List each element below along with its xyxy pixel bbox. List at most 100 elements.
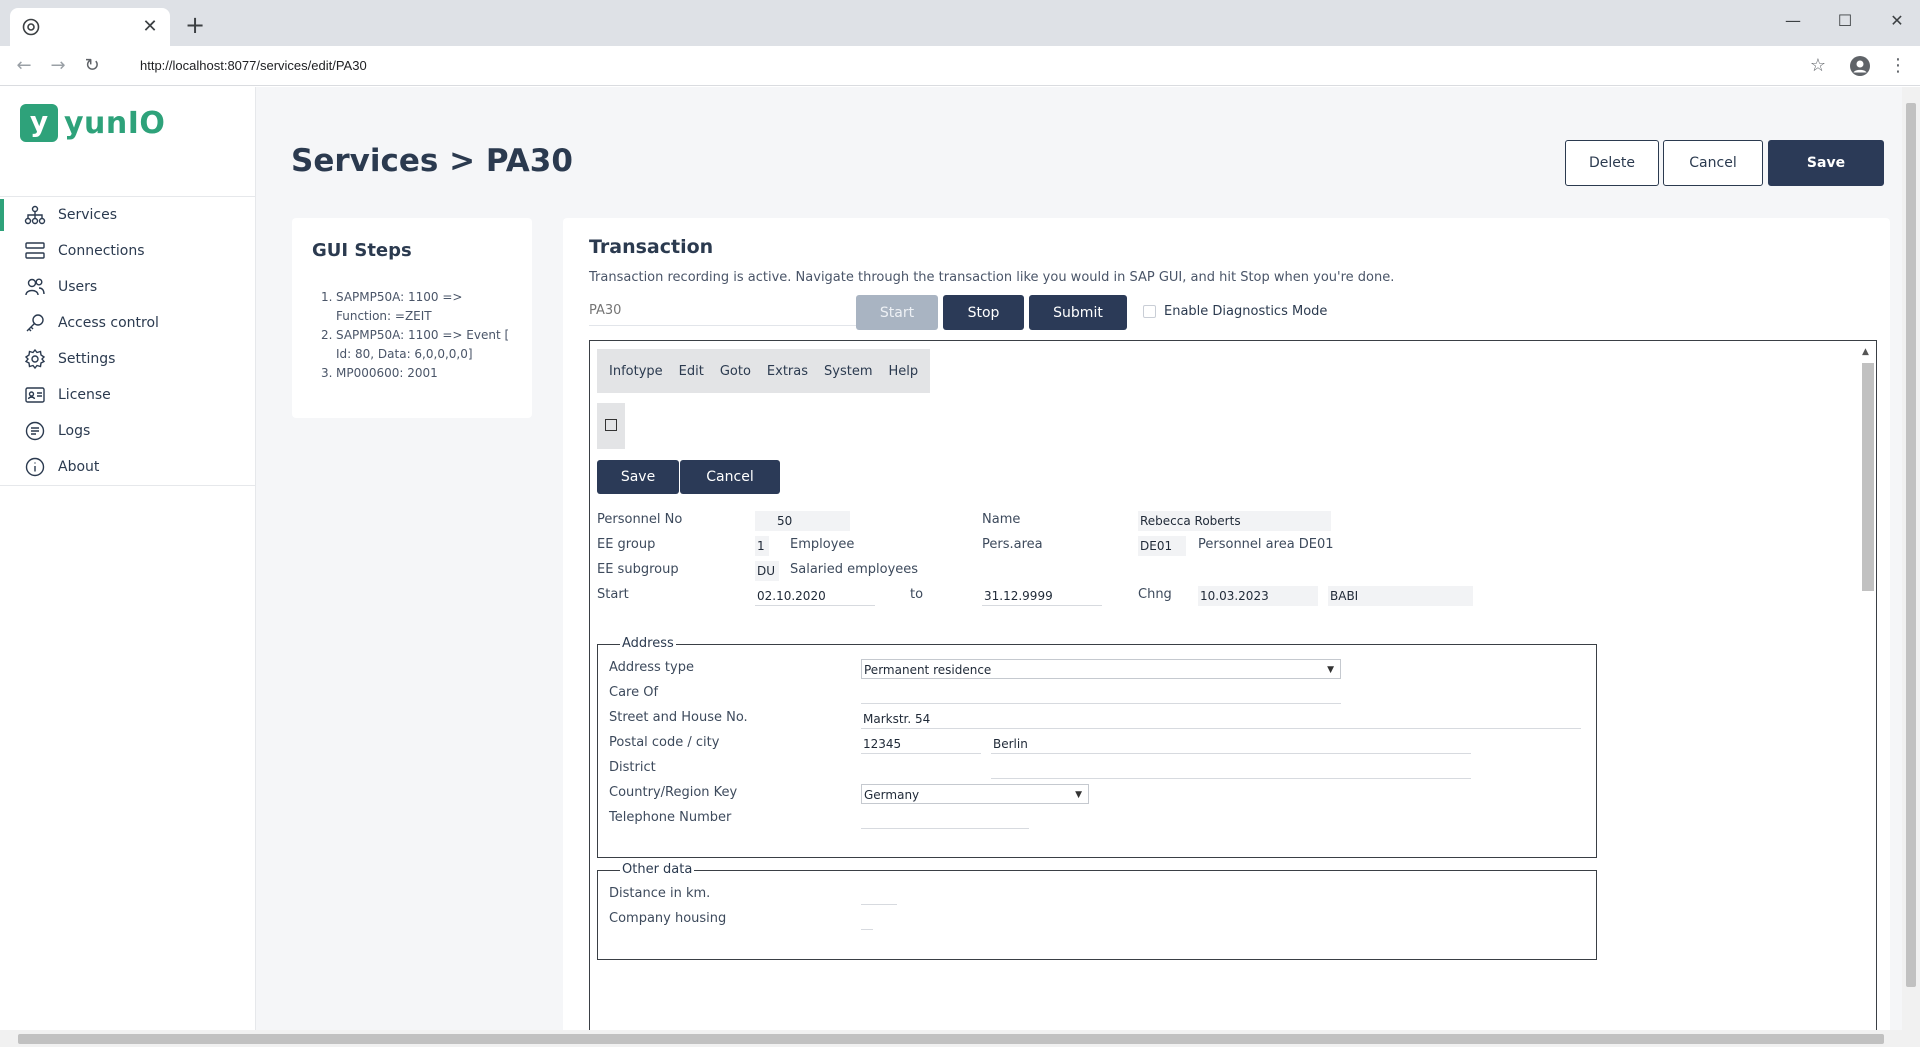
chevron-down-icon: ▼ <box>1327 665 1334 675</box>
browser-menu-icon[interactable]: ⋮ <box>1886 54 1910 78</box>
telephone-field[interactable] <box>861 809 1029 829</box>
save-button[interactable]: Save <box>1768 140 1884 186</box>
diagnostics-label: Enable Diagnostics Mode <box>1164 304 1328 319</box>
other-data-group: Other data Distance in km. Company housi… <box>597 862 1597 960</box>
sidebar-item-connections[interactable]: Connections <box>0 233 255 269</box>
postal-code-field[interactable]: 12345 <box>861 734 981 754</box>
sap-cancel-button[interactable]: Cancel <box>680 460 780 494</box>
logo-mark: y <box>20 104 58 142</box>
menu-item-edit[interactable]: Edit <box>671 364 712 379</box>
key-icon <box>26 314 44 332</box>
maximize-icon[interactable]: ☐ <box>1822 6 1868 36</box>
care-of-field[interactable] <box>861 684 1341 704</box>
changed-date-field[interactable]: 10.03.2023 <box>1198 586 1318 606</box>
page-hscroll-thumb[interactable] <box>18 1034 1884 1044</box>
transaction-code-input[interactable] <box>589 296 859 326</box>
menu-item-extras[interactable]: Extras <box>759 364 816 379</box>
scroll-thumb[interactable] <box>1862 363 1874 591</box>
street-label: Street and House No. <box>609 710 748 725</box>
ee-group-text: Employee <box>790 537 855 552</box>
menu-item-infotype[interactable]: Infotype <box>601 364 671 379</box>
sidebar-item-label: License <box>58 387 111 403</box>
image-toolbar-button[interactable] <box>597 403 625 449</box>
diagnostics-toggle[interactable]: Enable Diagnostics Mode <box>1143 304 1327 319</box>
changed-by-field[interactable]: BABI <box>1328 586 1473 606</box>
users-icon <box>25 278 45 296</box>
submit-button[interactable]: Submit <box>1029 295 1127 330</box>
menu-item-goto[interactable]: Goto <box>712 364 759 379</box>
start-date-field[interactable]: 02.10.2020 <box>755 586 875 606</box>
main-content: Services > PA30 Delete Cancel Save GUI S… <box>257 87 1902 1030</box>
country-label: Country/Region Key <box>609 785 738 800</box>
sap-save-button[interactable]: Save <box>597 460 679 494</box>
profile-icon[interactable] <box>1848 54 1872 78</box>
cancel-button[interactable]: Cancel <box>1663 140 1763 186</box>
name-field[interactable]: Rebecca Roberts <box>1138 511 1331 531</box>
sidebar-item-about[interactable]: About <box>0 449 255 485</box>
reload-icon[interactable]: ↻ <box>80 54 104 78</box>
page-scroll-thumb[interactable] <box>1906 103 1916 987</box>
browser-tab[interactable]: ✕ <box>10 8 170 46</box>
company-housing-checkbox[interactable] <box>861 910 873 930</box>
ee-subgroup-field[interactable]: DU <box>755 561 779 581</box>
sidebar-item-label: Access control <box>58 315 159 331</box>
sidebar-item-logs[interactable]: Logs <box>0 413 255 449</box>
sidebar-item-access-control[interactable]: Access control <box>0 305 255 341</box>
browser-tabbar: ✕ + — ☐ ✕ <box>0 0 1920 46</box>
address-type-select[interactable]: Permanent residence ▼ <box>861 659 1341 679</box>
chevron-down-icon: ▼ <box>1075 790 1082 800</box>
transaction-description: Transaction recording is active. Navigat… <box>589 270 1395 285</box>
image-icon <box>605 419 617 431</box>
page-scrollbar[interactable] <box>1902 87 1920 1030</box>
sidebar-item-settings[interactable]: Settings <box>0 341 255 377</box>
street-field[interactable]: Markstr. 54 <box>861 709 1581 729</box>
pers-area-field[interactable]: DE01 <box>1138 536 1186 556</box>
gui-steps-title: GUI Steps <box>312 240 412 261</box>
window-close-icon[interactable]: ✕ <box>1874 6 1920 36</box>
sidebar-item-users[interactable]: Users <box>0 269 255 305</box>
city-field[interactable]: Berlin <box>991 734 1471 754</box>
pers-area-label: Pers.area <box>982 537 1043 552</box>
stop-button[interactable]: Stop <box>943 295 1024 330</box>
delete-button[interactable]: Delete <box>1565 140 1659 186</box>
start-button[interactable]: Start <box>856 295 938 330</box>
license-icon <box>25 387 45 403</box>
ee-subgroup-text: Salaried employees <box>790 562 919 577</box>
list-item: 2. SAPMP50A: 1100 => Event [ Id: 80, Data… <box>321 328 510 361</box>
district-field[interactable] <box>991 759 1471 779</box>
sap-frame-scrollbar[interactable]: ▲ ▼ <box>1860 347 1874 1030</box>
sidebar-item-label: Logs <box>58 423 91 439</box>
sidebar-item-label: Users <box>58 279 98 295</box>
info-icon <box>25 457 45 477</box>
menu-item-help[interactable]: Help <box>881 364 927 379</box>
personnel-no-label: Personnel No <box>597 512 683 527</box>
logo[interactable]: y yunIO <box>20 103 165 143</box>
bookmark-star-icon[interactable]: ☆ <box>1806 54 1830 78</box>
sidebar-item-services[interactable]: Services <box>0 197 255 233</box>
page-horizontal-scrollbar[interactable] <box>0 1030 1920 1047</box>
forward-icon[interactable]: → <box>46 54 70 78</box>
chng-label: Chng <box>1138 587 1172 602</box>
menu-item-system[interactable]: System <box>816 364 880 379</box>
ee-group-field[interactable]: 1 <box>755 536 769 556</box>
scroll-up-icon[interactable]: ▲ <box>1862 347 1869 357</box>
list-item: 3. MP000600: 2001 <box>321 366 438 380</box>
diagnostics-checkbox[interactable] <box>1143 305 1156 318</box>
sidebar-item-label: Services <box>58 207 118 223</box>
logs-icon <box>25 421 45 441</box>
personnel-no-field[interactable]: 50 <box>755 511 850 531</box>
ee-subgroup-label: EE subgroup <box>597 562 679 577</box>
minimize-icon[interactable]: — <box>1770 6 1816 36</box>
sidebar-item-label: About <box>58 459 100 475</box>
sidebar: y yunIO Services Connections Users Acces… <box>0 87 256 1030</box>
back-icon[interactable]: ← <box>12 54 36 78</box>
sidebar-item-license[interactable]: License <box>0 377 255 413</box>
address-legend: Address <box>620 636 676 651</box>
end-date-field[interactable]: 31.12.9999 <box>982 586 1102 606</box>
new-tab-button[interactable]: + <box>183 13 207 38</box>
country-select[interactable]: Germany ▼ <box>861 784 1089 804</box>
distance-field[interactable] <box>861 885 897 905</box>
tab-close-icon[interactable]: ✕ <box>140 17 160 37</box>
transaction-card: Transaction Transaction recording is act… <box>563 218 1890 1030</box>
url-field[interactable]: http://localhost:8077/services/edit/PA30 <box>120 51 1820 81</box>
